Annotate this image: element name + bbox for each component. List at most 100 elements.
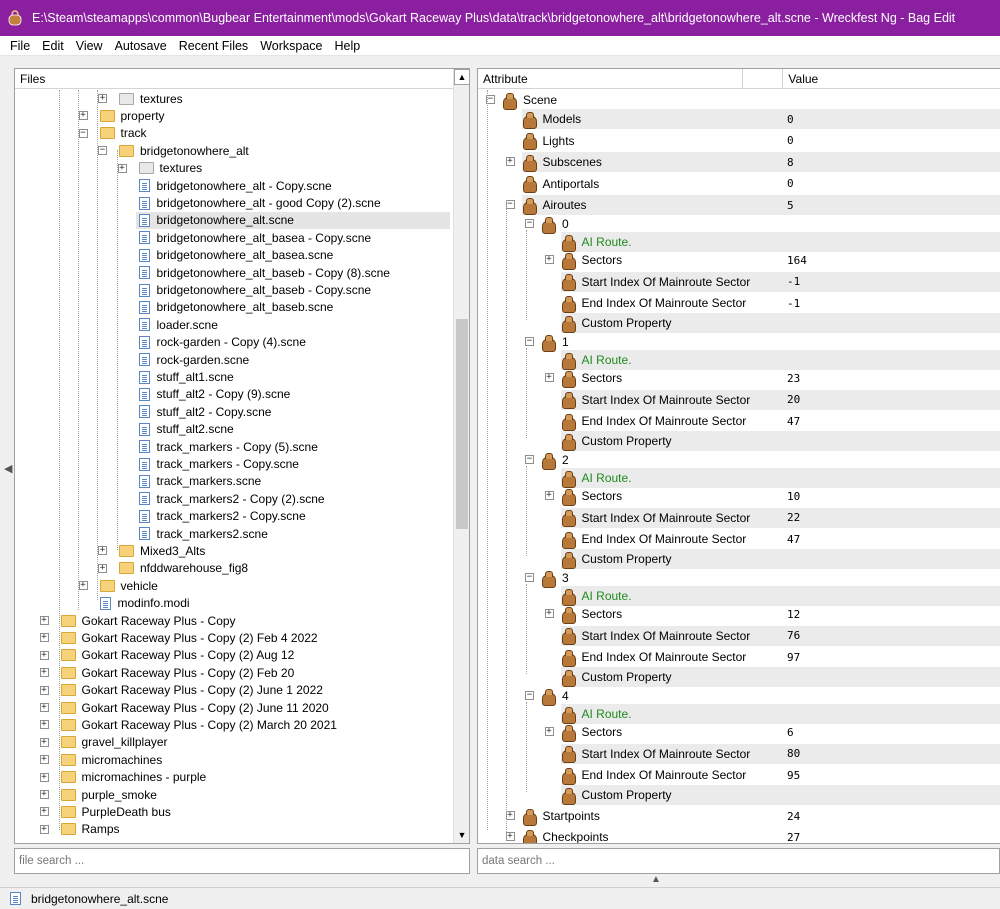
expand-icon[interactable]: + [544,727,554,736]
collapse-bottom-arrow-icon[interactable]: ▲ [651,874,661,885]
file-tree-item[interactable]: − track [78,125,147,142]
attribute-value[interactable]: 0 [787,113,794,126]
file-tree-item[interactable]: track_markers2 - Copy.scne [138,508,306,525]
file-tree-item[interactable]: + Gokart Raceway Plus - Copy (2) Feb 20 [39,664,294,681]
file-tree-item[interactable]: bridgetonowhere_alt.scne [135,211,450,230]
menu-workspace[interactable]: Workspace [254,39,328,53]
menu-edit[interactable]: Edit [36,39,70,53]
attribute-row[interactable]: AI Route. [560,586,1000,606]
file-tree-item[interactable]: + vehicle [78,577,158,594]
attribute-row[interactable]: −4 [525,686,1000,706]
scroll-thumb[interactable] [456,319,468,529]
file-tree-item[interactable]: + nfddwarehouse_fig8 [98,560,248,577]
attribute-value[interactable]: 47 [787,533,800,546]
attribute-value[interactable]: -1 [787,297,800,310]
file-tree-item[interactable]: + purple_smoke [39,786,157,803]
file-tree-item[interactable]: track_markers2.scne [138,525,268,542]
expand-icon[interactable]: + [39,685,49,695]
file-tree-item[interactable]: loader.scne [138,316,218,333]
file-tree-item[interactable]: + Gokart Raceway Plus - Copy [39,612,236,629]
collapse-left-arrow-icon[interactable]: ◀ [4,462,12,475]
expand-icon[interactable]: + [39,824,49,834]
file-tree-item[interactable]: stuff_alt1.scne [138,368,234,385]
expand-icon[interactable]: + [98,563,107,573]
file-tree-item[interactable]: bridgetonowhere_alt_baseb - Copy.scne [138,281,371,298]
collapse-icon[interactable]: − [525,573,534,582]
attribute-row[interactable]: Start Index Of Mainroute Sector 20 [560,389,1000,410]
file-tree-item[interactable]: + textures [117,160,202,177]
attribute-row[interactable]: + Sectors 12 [544,604,1000,624]
attribute-value[interactable]: 8 [787,156,794,169]
attribute-row[interactable]: Start Index Of Mainroute Sector 80 [560,743,1000,764]
attribute-value[interactable]: 10 [787,490,800,503]
attribute-row[interactable]: −0 [525,214,1000,234]
attribute-value[interactable]: 6 [787,726,794,739]
attribute-row[interactable]: + Sectors 23 [544,368,1000,388]
file-tree-item[interactable]: + Gokart Raceway Plus - Copy (2) June 1 2… [39,682,323,699]
file-tree-item[interactable]: + Mixed3_Alts [98,542,205,559]
attribute-value[interactable]: 80 [787,747,800,760]
attribute-row[interactable]: End Index Of Mainroute Sector -1 [561,293,1000,313]
file-tree-item[interactable]: track_markers - Copy (5).scne [138,438,318,455]
attribute-row[interactable]: End Index Of Mainroute Sector 47 [561,411,1000,431]
attribute-value[interactable]: 95 [787,769,800,782]
expand-icon[interactable]: + [117,163,127,173]
attribute-row[interactable]: + Sectors 6 [544,722,1000,742]
file-tree-item[interactable]: + Gokart Raceway Plus - Copy (2) Feb 4 20… [39,629,318,646]
file-tree-item[interactable]: + PurpleDeath bus [39,803,171,820]
menu-autosave[interactable]: Autosave [109,39,173,53]
attribute-row[interactable]: Custom Property [560,313,1000,333]
file-tree-item[interactable]: + Ramps [39,821,120,838]
attribute-row[interactable]: + Startpoints 24 [505,806,1000,826]
expand-icon[interactable]: + [98,546,107,556]
attribute-row[interactable]: + Checkpoints 27 [505,827,1000,844]
files-scrollbar[interactable]: ▲ ▼ [453,69,469,843]
expand-icon[interactable]: + [39,755,49,765]
expand-icon[interactable]: + [505,157,515,166]
attribute-value[interactable]: 27 [787,831,800,844]
file-tree-item[interactable]: stuff_alt2 - Copy.scne [138,403,271,420]
file-tree-item[interactable]: bridgetonowhere_alt_baseb.scne [138,299,333,316]
expand-icon[interactable]: + [78,111,88,121]
menu-file[interactable]: File [4,39,36,53]
file-tree-item[interactable]: track_markers.scne [138,473,261,490]
attribute-row[interactable]: −1 [525,332,1000,352]
file-tree-item[interactable]: bridgetonowhere_alt_baseb - Copy (8).scn… [138,264,390,281]
expand-icon[interactable]: + [39,807,49,817]
attribute-row[interactable]: Custom Property [560,431,1000,451]
attribute-row[interactable]: + Sectors 10 [544,486,1000,506]
file-tree-item[interactable]: bridgetonowhere_alt_basea.scne [138,247,333,264]
expand-icon[interactable]: + [544,373,554,382]
attribute-row[interactable]: Lights 0 [522,131,1000,151]
file-tree-item[interactable]: + textures [98,90,183,107]
expand-icon[interactable]: + [39,650,49,660]
attribute-value[interactable]: 0 [787,134,794,147]
attribute-row[interactable]: Start Index Of Mainroute Sector 76 [560,625,1000,646]
attribute-row[interactable]: Start Index Of Mainroute Sector 22 [560,507,1000,528]
attribute-value[interactable]: 22 [787,511,800,524]
file-tree-item[interactable]: bridgetonowhere_alt - good Copy (2).scne [138,194,381,211]
file-tree-item[interactable]: bridgetonowhere_alt - Copy.scne [138,177,332,194]
menu-recent-files[interactable]: Recent Files [173,39,254,53]
collapse-icon[interactable]: − [78,128,88,138]
file-tree-item[interactable]: + Gokart Raceway Plus - Copy (2) Aug 12 [39,647,294,664]
attribute-value[interactable]: 164 [787,254,807,267]
file-tree-item[interactable]: + gravel_killplayer [39,734,168,751]
attribute-row[interactable]: Custom Property [560,785,1000,805]
file-tree-item[interactable]: rock-garden - Copy (4).scne [138,334,306,351]
expand-icon[interactable]: + [39,790,49,799]
file-tree-item[interactable]: modinfo.modi [99,595,190,612]
attribute-row[interactable]: −3 [525,568,1000,588]
file-tree-item[interactable]: stuff_alt2 - Copy (9).scne [138,386,290,403]
file-tree-item[interactable]: track_markers - Copy.scne [138,455,299,472]
file-search-input[interactable]: file search ... [14,848,470,874]
attribute-row[interactable]: End Index Of Mainroute Sector 95 [561,765,1000,785]
expand-icon[interactable]: + [39,668,49,678]
attribute-row[interactable]: AI Route. [560,350,1000,370]
attribute-value[interactable]: 20 [787,393,800,406]
scroll-up-arrow-icon[interactable]: ▲ [454,69,469,85]
collapse-icon[interactable]: − [525,691,534,700]
attribute-value[interactable]: 24 [787,810,800,823]
attribute-row[interactable]: −2 [525,450,1000,470]
file-tree-item[interactable]: rock-garden.scne [138,351,249,368]
